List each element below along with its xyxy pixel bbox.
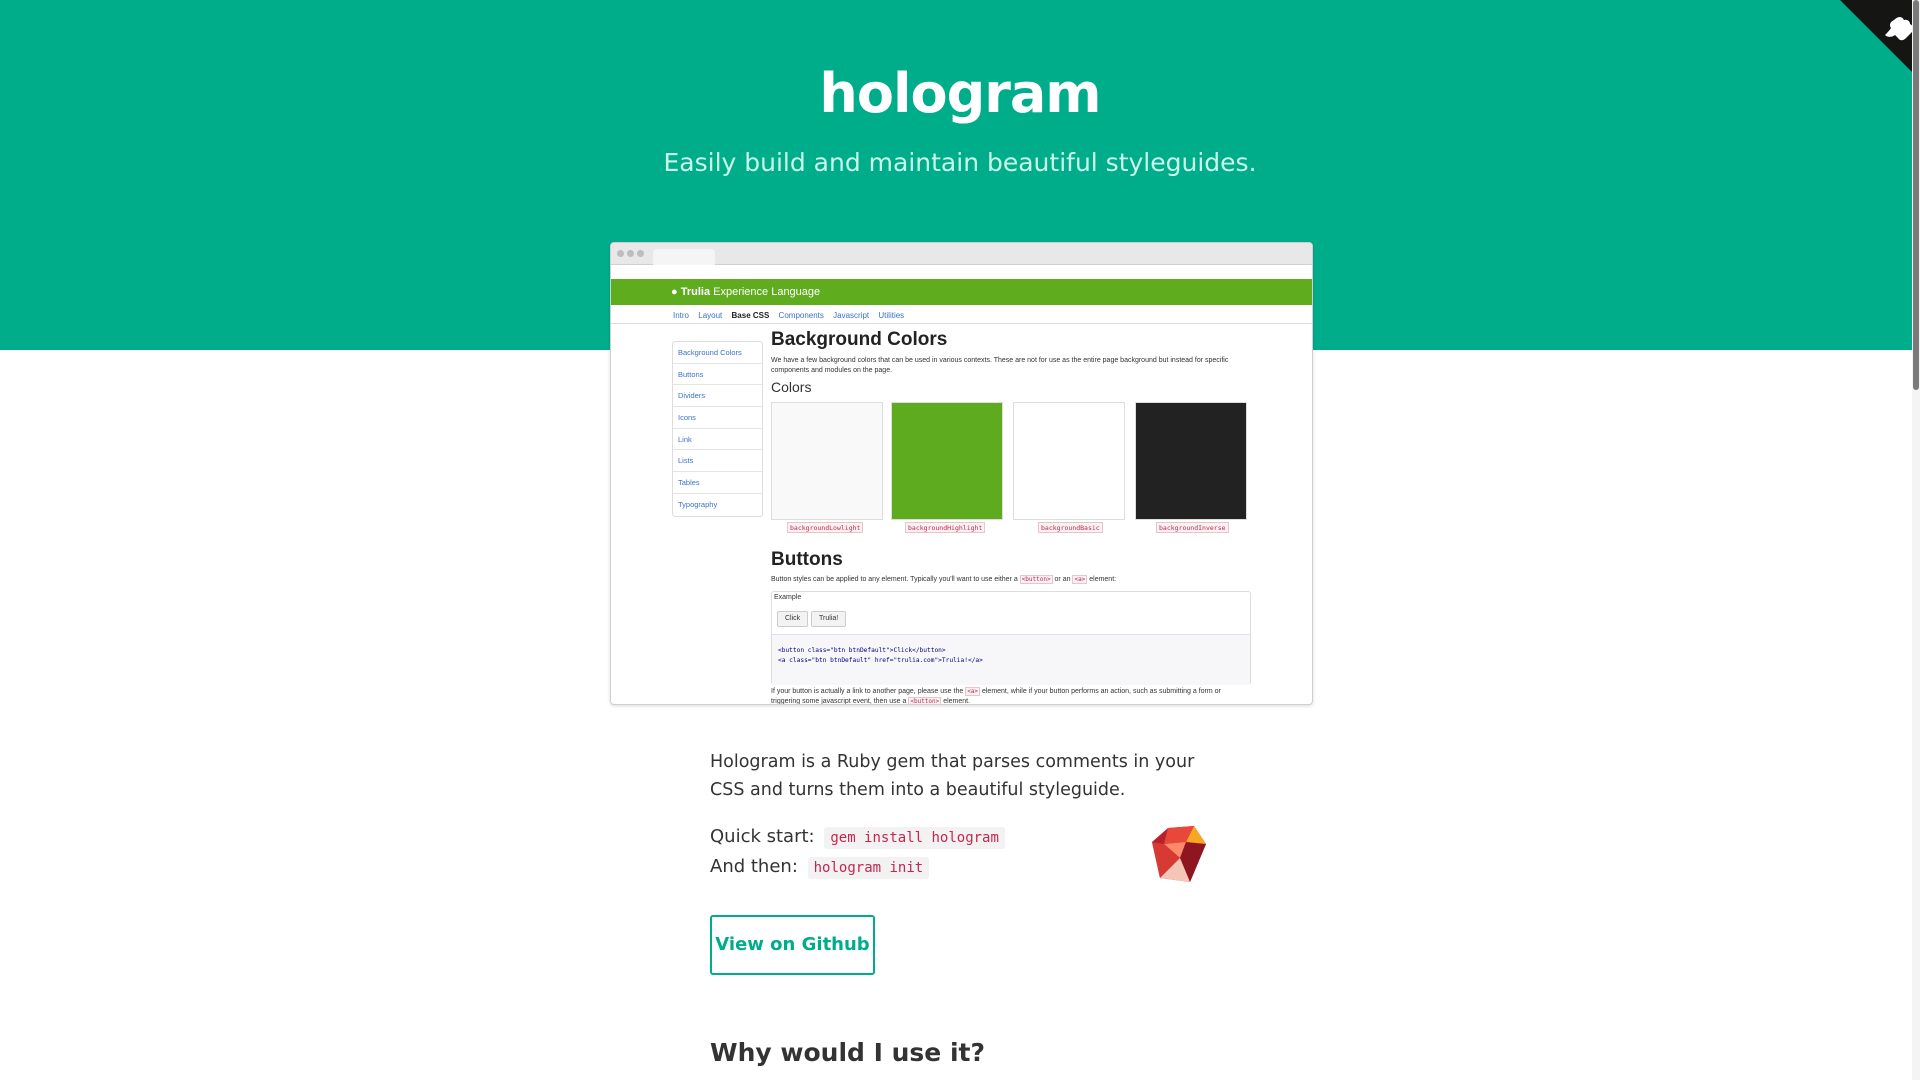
window-dot-icon xyxy=(617,250,624,257)
preview-section-title: Background Colors xyxy=(771,329,948,350)
window-dot-icon xyxy=(637,250,644,257)
browser-chrome xyxy=(611,243,1312,265)
swatch-label: backgroundInverse xyxy=(1156,522,1229,533)
preview-inline-code: <button> xyxy=(1019,575,1053,584)
preview-text: or an xyxy=(1052,576,1073,583)
ruby-gem-icon xyxy=(1152,826,1206,882)
preview-text: element. xyxy=(941,698,971,705)
preview-sidebar: Background Colors Buttons Dividers Icons… xyxy=(672,341,763,517)
code-line: <a class="btn btnDefault" href="trulia.c… xyxy=(778,657,983,664)
preview-sidebar-item: Lists xyxy=(673,450,762,473)
preview-sidebar-item: Icons xyxy=(673,407,762,429)
page-subtitle: Easily build and maintain beautiful styl… xyxy=(663,148,1257,177)
swatch-label: backgroundHighlight xyxy=(905,522,986,533)
preview-nav-item: Javascript xyxy=(833,311,870,320)
preview-section-text: We have a few background colors that can… xyxy=(771,357,1229,374)
color-swatch xyxy=(1135,402,1247,520)
and-then-code: hologram init xyxy=(807,857,930,879)
quick-start-code: gem install hologram xyxy=(824,827,1005,849)
preview-example-box: Example Click Trulia! <button class="btn… xyxy=(771,591,1251,685)
preview-nav-item: Intro xyxy=(673,311,690,320)
preview-text: element: xyxy=(1087,576,1117,583)
preview-nav-item: Components xyxy=(778,311,824,320)
window-dot-icon xyxy=(627,250,634,257)
divider xyxy=(611,323,1312,324)
example-code-block: <button class="btn btnDefault">Click</bu… xyxy=(772,634,1250,685)
github-octocat-icon xyxy=(1840,0,1920,80)
preview-section-text: If your button is actually a link to ano… xyxy=(771,687,1251,705)
preview-text: If your button is actually a link to ano… xyxy=(771,688,966,695)
preview-sidebar-item: Background Colors xyxy=(673,342,762,364)
github-corner-link[interactable] xyxy=(1840,0,1920,80)
preview-header-bar: ● Trulia Experience Language xyxy=(611,279,1312,305)
color-swatch xyxy=(891,402,1003,520)
intro-section: Hologram is a Ruby gem that parses comme… xyxy=(710,748,1230,804)
preview-inline-code: <button> xyxy=(908,697,942,705)
and-then-line: And then: hologram init xyxy=(710,856,930,879)
view-on-github-button[interactable]: View on Github xyxy=(710,915,875,975)
why-heading: Why would I use it? xyxy=(710,1038,985,1067)
preview-text: Button styles can be applied to any elem… xyxy=(771,576,1020,583)
preview-nav-item: Utilities xyxy=(878,311,905,320)
preview-sidebar-item: Link xyxy=(673,429,762,451)
quick-start-line: Quick start: gem install hologram xyxy=(710,826,1005,849)
browser-tab xyxy=(653,249,715,265)
preview-brand-text: Experience Language xyxy=(710,286,821,298)
color-swatch xyxy=(771,402,883,520)
preview-inline-code: <a> xyxy=(965,687,981,696)
preview-sidebar-item: Tables xyxy=(673,472,762,494)
preview-inline-code: <a> xyxy=(1072,575,1088,584)
intro-paragraph: Hologram is a Ruby gem that parses comme… xyxy=(710,752,1195,800)
example-label: Example xyxy=(774,594,802,601)
map-pin-icon: ● xyxy=(671,286,678,298)
preview-nav-item: Layout xyxy=(698,311,723,320)
and-then-label: And then: xyxy=(710,856,798,877)
preview-subsection-title: Colors xyxy=(771,379,812,395)
preview-sidebar-item: Buttons xyxy=(673,364,762,386)
preview-section-title: Buttons xyxy=(771,549,843,570)
example-button: Trulia! xyxy=(811,611,847,627)
page-scrollbar[interactable] xyxy=(1912,0,1920,1080)
quick-start-label: Quick start: xyxy=(710,826,815,847)
color-swatch xyxy=(1013,402,1125,520)
swatch-label: backgroundBasic xyxy=(1038,522,1103,533)
example-button: Click xyxy=(777,611,809,627)
preview-sidebar-item: Dividers xyxy=(673,385,762,408)
scrollbar-thumb[interactable] xyxy=(1913,0,1919,390)
styleguide-preview-image: ● Trulia Experience Language Intro Layou… xyxy=(610,242,1313,705)
preview-sidebar-item: Typography xyxy=(678,499,718,509)
preview-brand-bold: Trulia xyxy=(680,286,711,298)
preview-nav: Intro Layout Base CSS Components Javascr… xyxy=(673,311,911,320)
code-line: <button class="btn btnDefault">Click</bu… xyxy=(778,647,946,654)
swatch-label: backgroundLowlight xyxy=(787,522,864,533)
preview-nav-item-active: Base CSS xyxy=(731,311,770,320)
page-title: hologram xyxy=(819,62,1101,125)
preview-section-text: Button styles can be applied to any elem… xyxy=(771,575,1117,584)
preview-brand: ● Trulia Experience Language xyxy=(671,286,820,298)
